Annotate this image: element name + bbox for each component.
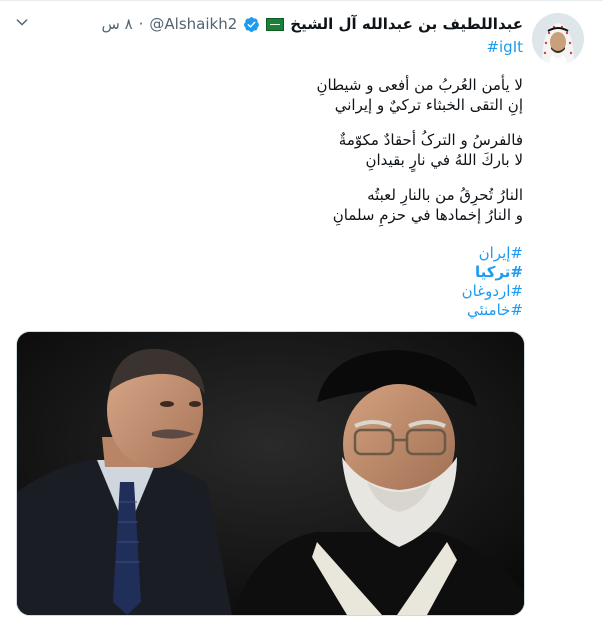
hashtag-link[interactable]: #خامنئي [18,301,523,320]
hashtag-link[interactable]: #igIt [486,38,523,56]
timestamp[interactable]: ٨ س [101,15,132,33]
poem-gap [18,115,523,130]
poem-line: فالفرسُ و الترکُ أحقادٌ مكوّمةٌ [338,131,523,149]
verified-badge-icon [244,16,260,32]
hashtag-link[interactable]: #إيران [18,244,523,263]
poem-line: النارُ تُحرِقُ من بالنارِ لعبتُه [367,186,523,204]
poem-gap [18,170,523,185]
poem-line: إنِ التقى الخبثاء تركيٌ و إيراني [334,96,523,114]
tweet-card[interactable]: عبداللطيف بن عبدالله آل الشيخ @Alshaikh2… [0,0,603,625]
tweet-header: عبداللطيف بن عبدالله آل الشيخ @Alshaikh2… [101,14,523,34]
poem-line: لا يأمن العُربُ من أفعى و شيطانِ [316,76,524,94]
hashtag-list: #إيران #تركيا #اردوغان #خامنئي [18,244,523,320]
tweet-image[interactable] [16,331,525,616]
separator: · [138,15,144,33]
user-handle[interactable]: @Alshaikh2 [149,15,237,33]
poem-line: لا باركَ اللهُ في نارٍ بقيدانِ [365,151,524,169]
saudi-flag-icon [266,17,285,31]
chevron-down-icon[interactable] [14,14,30,30]
divider [0,0,603,1]
tweet-text-top: #igIt [18,37,523,57]
tweet-poem: لا يأمن العُربُ من أفعى و شيطانِ إنِ الت… [18,75,524,225]
hashtag-link[interactable]: #اردوغان [18,282,523,301]
avatar[interactable] [532,13,584,65]
hashtag-link[interactable]: #تركيا [18,263,523,282]
poem-line: و النارُ إخمادها في حزمِ سلمانِ [332,206,523,224]
display-name[interactable]: عبداللطيف بن عبدالله آل الشيخ [290,15,523,33]
